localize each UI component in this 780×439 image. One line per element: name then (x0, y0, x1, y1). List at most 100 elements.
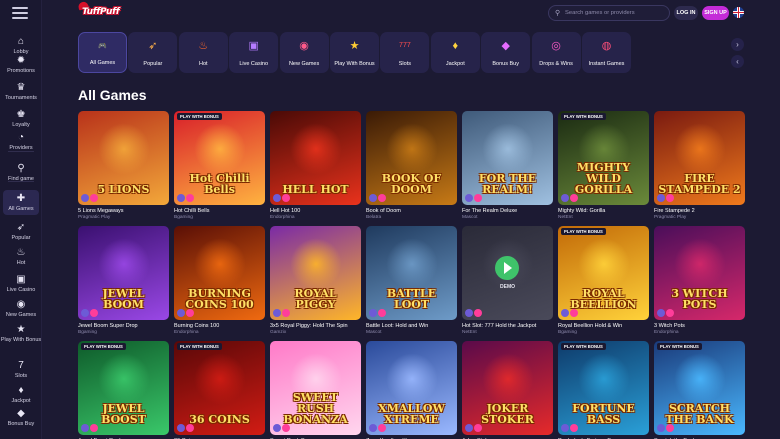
game-name[interactable]: For The Realm Deluxe (462, 208, 553, 214)
sidebar-item-jackpot[interactable]: ♦ Jackpot (0, 385, 42, 404)
tab-jackpot[interactable]: ♦ Jackpot (430, 32, 480, 73)
game-thumbnail[interactable]: FORTUNE BASS PLAY WITH BONUS (558, 341, 649, 435)
sidebar-item-all-games[interactable]: ✚ All Games (3, 190, 39, 215)
game-thumbnail[interactable]: 3 WITCH POTS (654, 226, 745, 320)
game-provider: Endorphina (654, 330, 679, 335)
sidebar-item-find-game[interactable]: ⚲ Find game (0, 163, 42, 182)
game-card[interactable]: 3 WITCH POTS 3 Witch Pots Endorphina (654, 226, 745, 335)
login-button[interactable]: LOG IN (674, 6, 698, 20)
game-thumbnail[interactable]: BATTLE LOOT (366, 226, 457, 320)
tab-bonus-buy[interactable]: ◆ Bonus Buy (481, 32, 531, 73)
tab-hot[interactable]: ♨ Hot (178, 32, 228, 73)
sidebar-item-bonus-buy[interactable]: ◆ Bonus Buy (0, 408, 42, 427)
sidebar-item-promotions[interactable]: ✹ Promotions (0, 55, 42, 74)
game-name[interactable]: Battle Loot: Hold and Win (366, 323, 457, 329)
tab-play-with-bonus[interactable]: ★ Play With Bonus (330, 32, 379, 73)
game-name[interactable]: Hot Chilli Bells (174, 208, 265, 214)
game-name[interactable]: Royal Beellion Hold & Win (558, 323, 649, 329)
game-thumbnail[interactable]: BOOK OF DOOM (366, 111, 457, 205)
sidebar-item-lobby[interactable]: ⌂ Lobby (0, 36, 42, 55)
game-card[interactable]: FIRE STAMPEDE 2 Fire Stampede 2 Pragmatic … (654, 111, 745, 220)
game-thumbnail[interactable]: SCRATCH THE BANK PLAY WITH BONUS (654, 341, 745, 435)
tab-instant-games[interactable]: ◍ Instant Games (582, 32, 631, 73)
game-name[interactable]: 3x5 Royal Piggy: Hold The Spin (270, 323, 361, 329)
sidebar-item-tournaments[interactable]: ♛ Tournaments (0, 82, 42, 101)
game-thumbnail[interactable]: JEWEL BOOM (78, 226, 169, 320)
game-card[interactable]: SCRATCH THE BANKPLAY WITH BONUSScratch t… (654, 341, 745, 439)
tab-all-games[interactable]: 🎮 All Games (78, 32, 127, 73)
game-name[interactable]: Jewel Boom Super Drop (78, 323, 169, 329)
bonus-badge: PLAY WITH BONUS (561, 343, 606, 350)
menu-toggle-icon[interactable] (12, 7, 28, 19)
game-card[interactable]: ROYAL BEELLION PLAY WITH BONUS Royal Beell… (558, 226, 649, 335)
game-thumbnail[interactable]: JOKER STOKER (462, 341, 553, 435)
game-thumbnail[interactable]: MIGHTY WILD GORILLA PLAY WITH BONUS (558, 111, 649, 205)
game-thumbnail[interactable]: XMALLOW XTREME (366, 341, 457, 435)
sidebar-item-new-games[interactable]: ◉ New Games (0, 299, 42, 318)
search-box[interactable]: ⚲ (548, 5, 670, 21)
sidebar-item-slots[interactable]: 7 Slots (0, 360, 42, 379)
game-name[interactable]: Burning Coins 100 (174, 323, 265, 329)
sidebar-item-hot[interactable]: ♨ Hot (0, 247, 42, 266)
sidebar-item-popular[interactable]: ➶ Popular (0, 222, 42, 241)
game-name[interactable]: 5 Lions Megaways (78, 208, 169, 214)
game-thumbnail[interactable]: BURNING COINS 100 (174, 226, 265, 320)
sidebar-item-loyalty[interactable]: ♚ Loyalty (0, 109, 42, 128)
sidebar-item-play-with-bonus[interactable]: ★ Play With Bonus (0, 324, 42, 343)
tab-slots[interactable]: 777 Slots (380, 32, 430, 73)
game-thumbnail[interactable]: HELL HOT (270, 111, 361, 205)
chevron-right-icon[interactable]: › (731, 38, 744, 51)
tab-live-casino[interactable]: ▣ Live Casino (229, 32, 279, 73)
game-thumbnail[interactable]: ROYAL BEELLION PLAY WITH BONUS (558, 226, 649, 320)
feature-badge-icon (90, 309, 98, 317)
game-thumbnail[interactable]: 36 COINS PLAY WITH BONUS (174, 341, 265, 435)
game-thumbnail[interactable]: FOR THE REALM! (462, 111, 553, 205)
game-thumbnail[interactable]: JEWEL BOOST PLAY WITH BONUS (78, 341, 169, 435)
provider-badge-icon (657, 194, 665, 202)
game-card[interactable]: BOOK OF DOOM Book of Doom Belatra (366, 111, 457, 220)
game-card[interactable]: 5 LIONS 5 Lions Megaways Pragmatic Play (78, 111, 169, 220)
game-name[interactable]: Mighty Wild: Gorilla (558, 208, 649, 214)
demo-play-icon[interactable] (495, 256, 519, 280)
sidebar-item-live-casino[interactable]: ▣ Live Casino (0, 274, 42, 293)
uk-flag-icon[interactable] (733, 7, 744, 18)
game-card[interactable]: HELL HOT Hell Hot 100 Endorphina (270, 111, 361, 220)
game-card[interactable]: MIGHTY WILD GORILLA PLAY WITH BONUS Mighty… (558, 111, 649, 220)
game-card[interactable]: 36 COINSPLAY WITH BONUS36 CoinsPlayson (174, 341, 265, 439)
game-card[interactable]: DEMO Hot Slot: 777 Hold the Jackpot NetEnt (462, 226, 553, 335)
game-name[interactable]: Hell Hot 100 (270, 208, 361, 214)
game-card[interactable]: Hot Chilli Bells PLAY WITH BONUS Hot Chill… (174, 111, 265, 220)
game-name[interactable]: Book of Doom (366, 208, 457, 214)
provider-badge-icon (177, 424, 185, 432)
tab-drops-wins[interactable]: ◎ Drops & Wins (531, 32, 581, 73)
game-thumbnail[interactable]: FIRE STAMPEDE 2 (654, 111, 745, 205)
signup-button[interactable]: SIGN UP (702, 6, 729, 20)
tab-label: All Games (89, 60, 116, 66)
game-thumbnail[interactable]: Hot Chilli Bells PLAY WITH BONUS (174, 111, 265, 205)
game-card[interactable]: SWEET RUSH BONANZASweet Rush BonanzaPrag… (270, 341, 361, 439)
tab-new-games[interactable]: ◉ New Games (279, 32, 329, 73)
game-name[interactable]: Fire Stampede 2 (654, 208, 745, 214)
game-thumbnail[interactable]: DEMO (462, 226, 553, 320)
game-card[interactable]: BATTLE LOOT Battle Loot: Hold and Win Masc… (366, 226, 457, 335)
game-name[interactable]: Hot Slot: 777 Hold the Jackpot (462, 323, 553, 329)
game-card[interactable]: ROYAL PIGGY 3x5 Royal Piggy: Hold The Spi… (270, 226, 361, 335)
game-card[interactable]: XMALLOW XTREMEZeus Xmallow XtremeMascot (366, 341, 457, 439)
game-card[interactable]: JOKER STOKERJoker StokerEndorphina (462, 341, 553, 439)
game-card[interactable]: FORTUNE BASSPLAY WITH BONUSDanludan's Fo… (558, 341, 649, 439)
game-card[interactable]: BURNING COINS 100 Burning Coins 100 Endorp… (174, 226, 265, 335)
tab-popular[interactable]: ➶ Popular (128, 32, 178, 73)
game-thumbnail[interactable]: 5 LIONS (78, 111, 169, 205)
chevron-left-icon[interactable]: ‹ (731, 55, 744, 68)
game-card[interactable]: FOR THE REALM! For The Realm Deluxe Mascot (462, 111, 553, 220)
game-card[interactable]: JEWEL BOOM Jewel Boom Super Drop Bgaming (78, 226, 169, 335)
provider-badge-icon (177, 194, 185, 202)
sidebar-item-providers[interactable]: ◔ Providers (0, 132, 42, 151)
search-input[interactable] (565, 7, 665, 19)
sidebar-item-label: Loyalty (12, 122, 30, 128)
game-thumbnail[interactable]: ROYAL PIGGY (270, 226, 361, 320)
game-thumbnail[interactable]: SWEET RUSH BONANZA (270, 341, 361, 435)
game-card[interactable]: JEWEL BOOSTPLAY WITH BONUSJewel Boost Re… (78, 341, 169, 439)
game-name[interactable]: 3 Witch Pots (654, 323, 745, 329)
logo[interactable]: TuffPuff (77, 0, 128, 21)
